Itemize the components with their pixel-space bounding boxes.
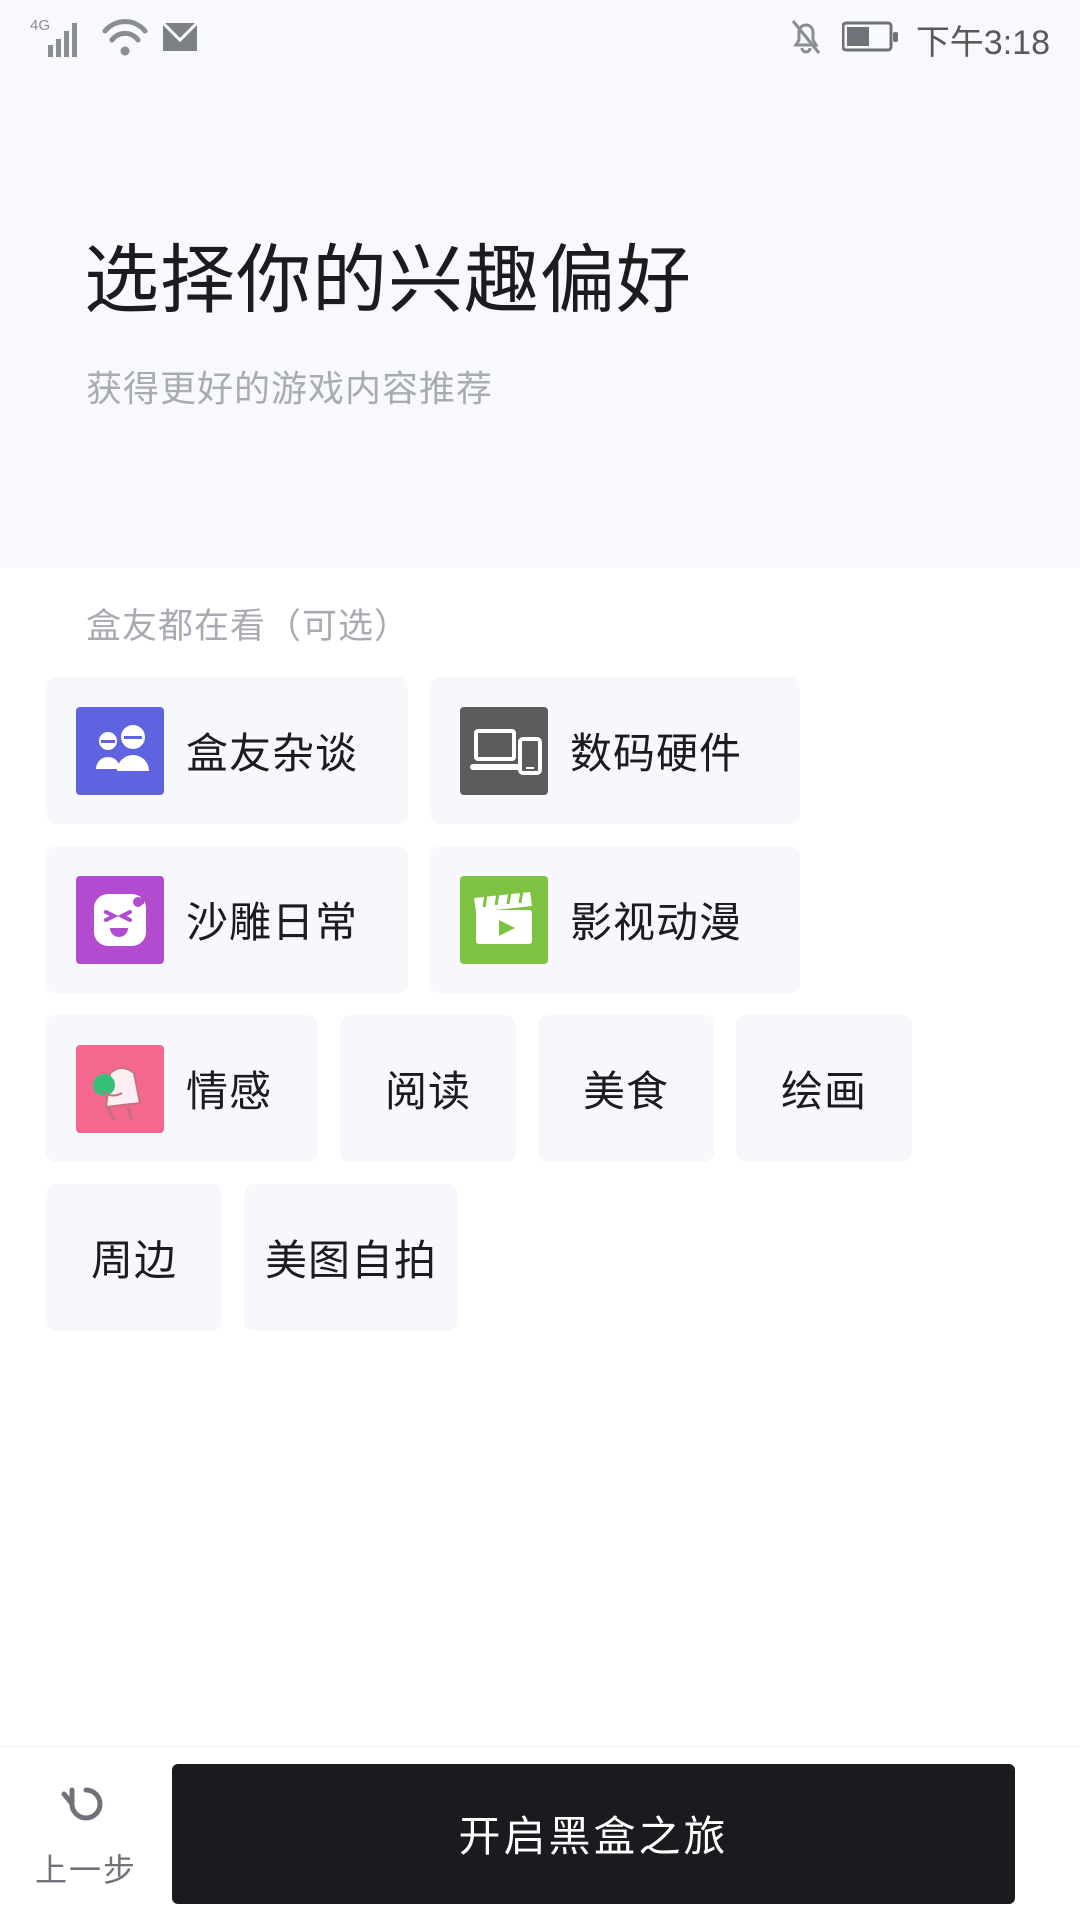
interest-chip-label: 绘画 [780,1068,867,1115]
interest-chip[interactable]: 情感 [46,1015,318,1162]
header-section: 选择你的兴趣偏好 获得更好的游戏内容推荐 [0,78,1080,568]
app-screen: 4G 下午3:18 选择你的兴趣偏好 获得更好的游戏内容推荐 盒友都在看（可选）… [0,0,1080,1920]
status-bar: 4G 下午3:18 [0,0,1080,78]
status-bar-right: 下午3:18 [786,15,1050,64]
interest-chip[interactable]: 盒友杂谈 [46,677,408,824]
interest-chip-label: 情感 [186,1068,273,1115]
interest-chip[interactable]: 影视动漫 [430,846,800,993]
interest-chip-label: 盒友杂谈 [186,730,359,777]
undo-arrow-icon [58,1776,114,1837]
battery-icon [841,20,900,59]
status-bar-clock: 下午3:18 [915,23,1050,62]
back-button[interactable]: 上一步 [0,1747,172,1920]
bell-off-icon [786,15,826,64]
interest-chip[interactable]: 周边 [46,1184,222,1331]
bottom-action-bar: 上一步 开启黑盒之旅 [0,1746,1080,1920]
interest-chip[interactable]: 沙雕日常 [46,846,408,993]
interest-chip[interactable]: 绘画 [736,1015,912,1162]
funny-face-icon [76,875,164,964]
interest-chip[interactable]: 美食 [538,1015,714,1162]
interest-chip[interactable]: 美图自拍 [244,1184,458,1331]
page-title: 选择你的兴趣偏好 [84,238,693,322]
interest-selection-section: 盒友都在看（可选） 盒友杂谈 数码硬件沙雕日常 影视动漫情感 阅读 美食 绘画周边 美图自拍 [0,568,1080,1418]
interest-chip-label: 沙雕日常 [186,899,359,946]
back-button-label: 上一步 [34,1852,137,1888]
signal-4g-icon: 4G [30,15,92,64]
page-subtitle: 获得更好的游戏内容推荐 [86,368,494,409]
interest-chip-grid: 盒友杂谈 数码硬件沙雕日常 影视动漫情感 阅读 美食 绘画周边 美图自拍 [46,677,1046,1331]
mail-icon [158,15,202,64]
interest-chip[interactable]: 阅读 [340,1015,516,1162]
interest-chip-label: 美图自拍 [265,1237,438,1284]
devices-icon [460,706,548,795]
interest-chip-label: 数码硬件 [570,730,743,777]
interest-chip-label: 阅读 [384,1068,471,1115]
people-icon [76,706,164,795]
interest-chip-label: 影视动漫 [570,899,743,946]
interest-chip-label: 美食 [582,1068,669,1115]
status-bar-left: 4G [30,15,202,64]
section-label: 盒友都在看（可选） [86,607,411,646]
interest-chip[interactable]: 数码硬件 [430,677,800,824]
svg-text:4G: 4G [30,17,50,34]
start-journey-button[interactable]: 开启黑盒之旅 [172,1763,1015,1904]
clapperboard-icon [460,875,548,964]
couple-icon [76,1044,164,1133]
wifi-icon [102,15,148,64]
interest-chip-label: 周边 [90,1237,177,1284]
